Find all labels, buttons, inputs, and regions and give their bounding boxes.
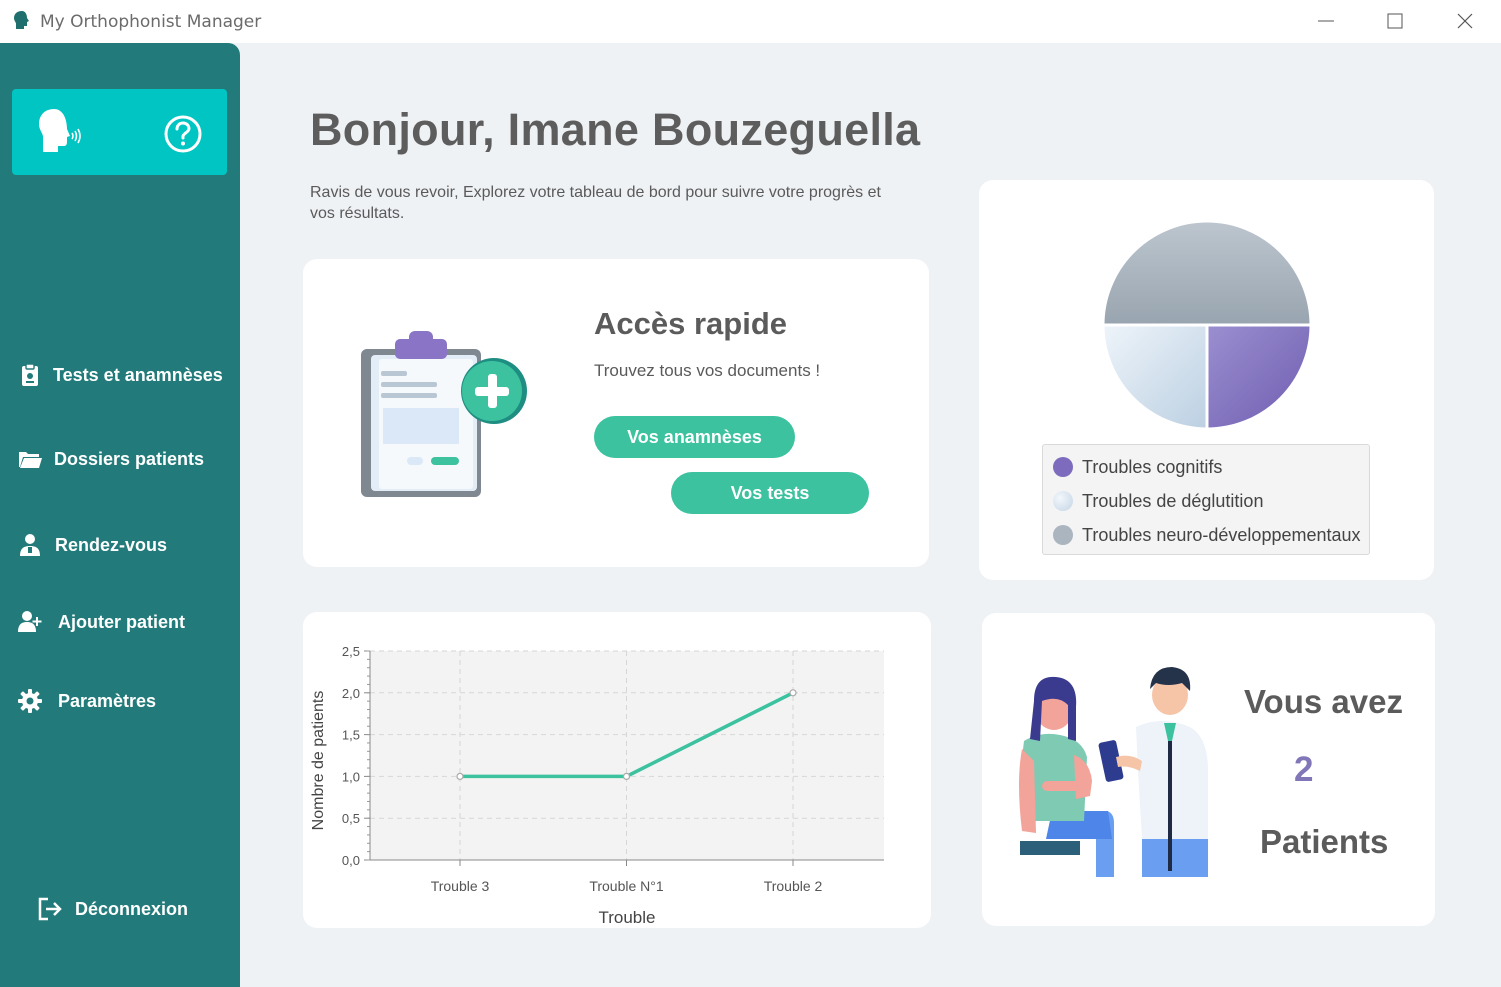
line-chart-card: 0,0 0,5 1,0 1,5 2,0 2,5 Trouble 3 Trouble N°1 Tr… <box>303 612 931 928</box>
legend-swatch <box>1053 491 1073 511</box>
page-subtitle: Ravis de vous revoir, Explorez votre tab… <box>310 184 881 222</box>
legend-swatch <box>1053 525 1073 545</box>
legend-label: Troubles de déglutition <box>1082 490 1264 511</box>
y-axis-label: Nombre de patients <box>310 691 327 831</box>
page-title: Bonjour, Imane Bouzeguella <box>310 104 921 155</box>
sidebar-item-label: Tests et anamnèses <box>53 365 223 385</box>
data-point <box>456 772 464 780</box>
y-tick-label: 1,5 <box>342 728 360 743</box>
patients-label-top: Vous avez <box>1244 683 1403 720</box>
sidebar-item-rendez-vous[interactable]: Rendez-vous <box>0 523 240 567</box>
minimize-button[interactable] <box>1306 6 1346 36</box>
sidebar-item-label: Paramètres <box>58 691 157 711</box>
tests-button[interactable]: Vos tests <box>671 472 869 514</box>
legend-label: Troubles neuro-développementaux <box>1082 524 1361 545</box>
sidebar-logo <box>12 89 227 175</box>
x-tick-label: Trouble 2 <box>764 878 823 894</box>
pie-slice <box>1205 323 1313 431</box>
patients-label-bottom: Patients <box>1260 823 1389 860</box>
patients-count: 2 <box>1294 750 1314 789</box>
legend-item: Troubles neuro-développementaux <box>1053 523 1361 547</box>
doctor-patient-illustration <box>1019 667 1208 877</box>
line-chart: 0,0 0,5 1,0 1,5 2,0 2,5 Trouble 3 Trouble N°1 Tr… <box>310 644 884 927</box>
anamneses-button[interactable]: Vos anamnèses <box>594 416 795 458</box>
sidebar: Tests et anamnèses Dossiers patients Ren… <box>0 43 240 987</box>
y-tick-label: 0,5 <box>342 811 360 826</box>
maximize-button[interactable] <box>1375 6 1415 36</box>
sidebar-item-label: Ajouter patient <box>58 612 186 632</box>
clipboard-add-illustration <box>361 331 527 497</box>
data-point <box>622 772 631 780</box>
window-title: My Orthophonist Manager <box>40 12 262 32</box>
maximize-icon <box>1387 13 1403 29</box>
x-axis-label: Trouble <box>598 908 655 927</box>
x-tick-label: Trouble 3 <box>431 878 490 894</box>
gear-icon <box>18 689 42 713</box>
logout-label: Déconnexion <box>75 899 189 919</box>
legend-item: Troubles cognitifs <box>1053 455 1222 479</box>
sidebar-item-parametres[interactable]: Paramètres <box>0 679 240 723</box>
quick-access-subtitle: Trouvez tous vos documents ! <box>594 361 821 380</box>
quick-access-card: Accès rapide Trouvez tous vos documents … <box>303 259 929 567</box>
sidebar-item-tests[interactable]: Tests et anamnèses <box>0 353 240 397</box>
speaking-head-icon <box>39 109 81 152</box>
legend-item: Troubles de déglutition <box>1053 489 1263 513</box>
help-icon[interactable] <box>162 113 204 155</box>
add-user-icon <box>18 611 42 632</box>
close-icon <box>1457 13 1473 29</box>
patients-count-card: Vous avez 2 Patients <box>982 613 1435 926</box>
sidebar-item-label: Dossiers patients <box>54 449 205 469</box>
pie-legend: Troubles cognitifs Troubles de déglutiti… <box>1042 444 1370 555</box>
legend-label: Troubles cognitifs <box>1082 456 1223 477</box>
pie-chart <box>1101 219 1313 431</box>
pie-slice <box>1101 219 1313 327</box>
users-icon <box>20 534 40 556</box>
pie-chart-card: Troubles cognitifs Troubles de déglutiti… <box>979 180 1434 580</box>
y-tick-label: 0,0 <box>342 853 360 868</box>
legend-swatch <box>1053 457 1073 477</box>
logout-icon <box>38 897 62 921</box>
pie-slice <box>1101 323 1209 431</box>
clipboard-icon <box>22 363 38 386</box>
close-button[interactable] <box>1445 6 1485 36</box>
y-tick-label: 1,0 <box>342 769 360 784</box>
folder-icon <box>19 452 42 468</box>
title-bar: My Orthophonist Manager <box>0 0 1501 43</box>
y-tick-label: 2,0 <box>342 686 360 701</box>
x-tick-label: Trouble N°1 <box>589 878 664 894</box>
sidebar-item-dossiers[interactable]: Dossiers patients <box>0 437 240 481</box>
sidebar-item-ajouter-patient[interactable]: Ajouter patient <box>0 600 240 644</box>
data-point <box>789 689 797 697</box>
y-tick-label: 2,5 <box>342 644 360 659</box>
app-logo-icon <box>14 11 29 29</box>
logout-button[interactable]: Déconnexion <box>0 887 240 931</box>
sidebar-item-label: Rendez-vous <box>55 535 168 555</box>
quick-access-title: Accès rapide <box>594 306 787 341</box>
minimize-icon <box>1318 20 1334 22</box>
